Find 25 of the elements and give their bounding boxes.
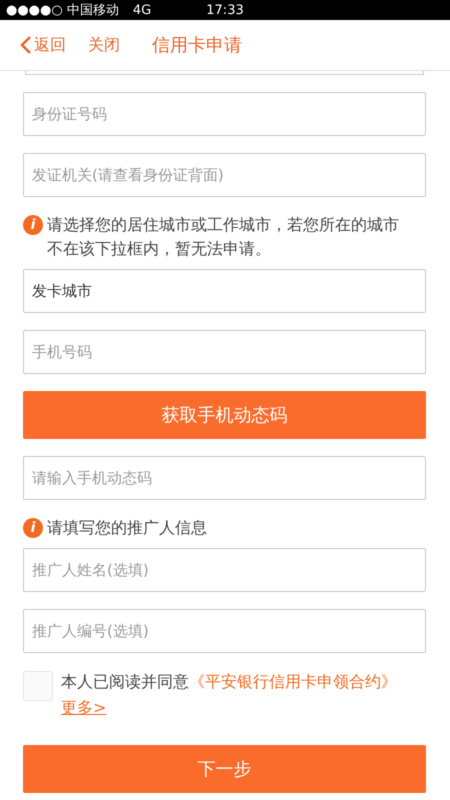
agreement-text: 本人已阅读并同意《平安银行信用卡申领合约》 更多> [61, 671, 397, 719]
input-field[interactable]: 请输入手机动态码 [23, 456, 426, 500]
input-field[interactable]: 推广人编号(选填) [23, 609, 426, 653]
input-field[interactable]: 身份证号码 [23, 92, 426, 136]
input-field[interactable] [25, 71, 424, 75]
back-button[interactable]: 返回 [20, 34, 66, 56]
input-field[interactable]: 发卡城市 [23, 269, 426, 313]
notice-text: 请填写您的推广人信息 [47, 517, 208, 539]
chevron-left-icon [20, 35, 32, 55]
get-code-button[interactable]: 获取手机动态码 [23, 391, 426, 439]
agreement-link[interactable]: 《平安银行信用卡申领合约》 [189, 672, 397, 691]
agree-checkbox[interactable] [23, 671, 53, 701]
status-time: 17:33 [206, 2, 244, 18]
carrier-text: ●●●●○ 中国移动 [6, 2, 119, 19]
input-field[interactable]: 手机号码 [23, 330, 426, 374]
page-title: 信用卡申请 [152, 34, 242, 57]
info-icon: i [23, 215, 43, 235]
info-icon: i [23, 518, 43, 538]
close-button[interactable]: 关闭 [88, 34, 120, 56]
input-field[interactable]: 推广人姓名(选填) [23, 548, 426, 592]
next-button[interactable]: 下一步 [23, 745, 426, 793]
network-text: 4G [132, 2, 152, 18]
input-field[interactable]: 发证机关(请查看身份证背面) [23, 153, 426, 197]
more-link[interactable]: 更多> [61, 698, 106, 717]
notice-text: 请选择您的居住城市或工作城市，若您所在的城市不在该下拉框内，暂无法申请。 [47, 214, 400, 260]
